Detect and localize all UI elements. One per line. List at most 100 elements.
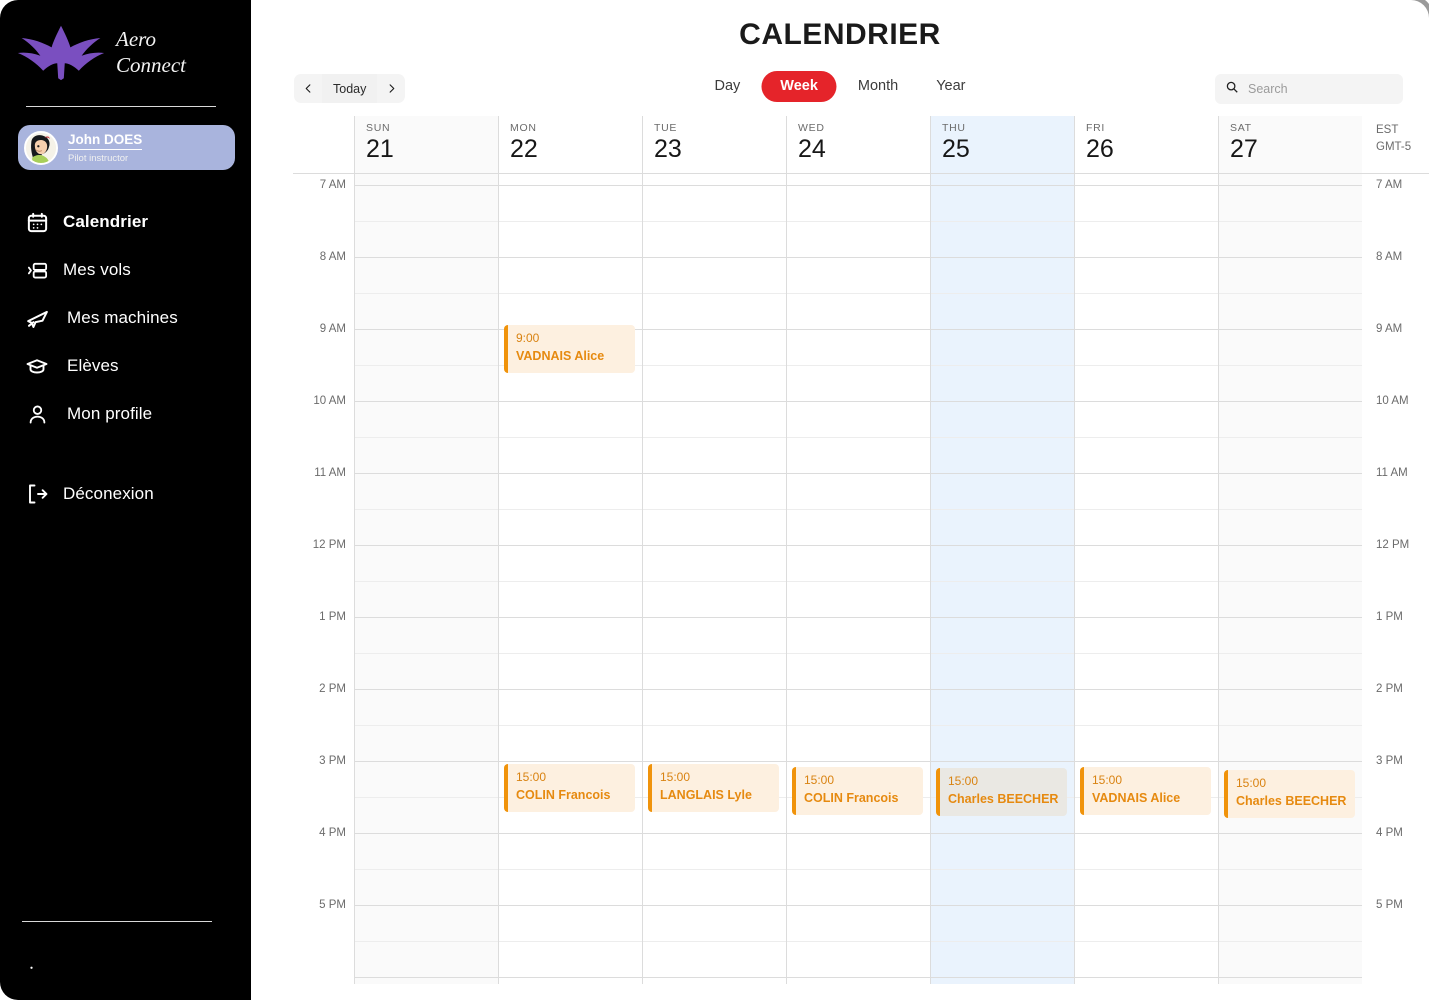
day-header-fri[interactable]: FRI 26 bbox=[1074, 116, 1218, 173]
day-header-thu[interactable]: THU 25 bbox=[930, 116, 1074, 173]
half-hour-gridline bbox=[1219, 365, 1362, 366]
hour-gridline bbox=[643, 329, 786, 330]
hour-gridline bbox=[931, 689, 1074, 690]
day-header-sun[interactable]: SUN 21 bbox=[354, 116, 498, 173]
day-header-tue[interactable]: TUE 23 bbox=[642, 116, 786, 173]
hour-gridline bbox=[931, 617, 1074, 618]
half-hour-gridline bbox=[499, 941, 642, 942]
hour-gridline bbox=[643, 545, 786, 546]
half-hour-gridline bbox=[931, 221, 1074, 222]
calendar-event[interactable]: 15:00 COLIN Francois bbox=[792, 767, 923, 815]
tab-month[interactable]: Month bbox=[841, 72, 915, 101]
day-column-thu[interactable]: 15:00 Charles BEECHER bbox=[930, 174, 1074, 984]
time-label: 5 PM bbox=[319, 899, 346, 911]
hour-gridline bbox=[787, 617, 930, 618]
tab-day[interactable]: Day bbox=[697, 72, 757, 101]
sidebar-item-mon-profile[interactable]: Mon profile bbox=[0, 390, 251, 438]
calendar-event[interactable]: 15:00 LANGLAIS Lyle bbox=[648, 764, 779, 812]
prev-week-button[interactable] bbox=[294, 74, 322, 103]
day-column-fri[interactable]: 15:00 VADNAIS Alice bbox=[1074, 174, 1218, 984]
half-hour-gridline bbox=[1075, 365, 1218, 366]
half-hour-gridline bbox=[1219, 581, 1362, 582]
time-label: 1 PM bbox=[1376, 611, 1403, 623]
half-hour-gridline bbox=[499, 725, 642, 726]
calendar-event[interactable]: 15:00 Charles BEECHER bbox=[936, 768, 1067, 816]
day-column-sat[interactable]: 15:00 Charles BEECHER bbox=[1218, 174, 1362, 984]
half-hour-gridline bbox=[787, 869, 930, 870]
event-title: VADNAIS Alice bbox=[1092, 791, 1181, 805]
time-label: 7 AM bbox=[1376, 179, 1403, 191]
half-hour-gridline bbox=[499, 293, 642, 294]
app-root: Aero Connect John DOES Pilot instructor … bbox=[0, 0, 1429, 1000]
half-hour-gridline bbox=[643, 869, 786, 870]
half-hour-gridline bbox=[931, 725, 1074, 726]
time-label: 4 PM bbox=[1376, 827, 1403, 839]
calendar-event[interactable]: 9:00 VADNAIS Alice bbox=[504, 325, 635, 373]
sidebar-item-label: Calendrier bbox=[63, 212, 149, 231]
tab-year[interactable]: Year bbox=[919, 72, 982, 101]
half-hour-gridline bbox=[355, 797, 498, 798]
calendar-grid: 7 AM 8 AM 9 AM 10 AM 11 AM 12 PM 1 PM 2 PM 3 PM 4… bbox=[293, 174, 1429, 984]
person-icon bbox=[24, 401, 50, 427]
hour-gridline bbox=[499, 473, 642, 474]
day-column-mon[interactable]: 9:00 VADNAIS Alice 15:00 COLIN Francois bbox=[498, 174, 642, 984]
hour-gridline bbox=[1075, 185, 1218, 186]
sidebar-item-reglage[interactable]: Réglage bbox=[0, 944, 251, 988]
day-column-tue[interactable]: 15:00 LANGLAIS Lyle bbox=[642, 174, 786, 984]
search-input[interactable] bbox=[1248, 82, 1388, 96]
half-hour-gridline bbox=[1219, 725, 1362, 726]
sidebar-item-mes-vols[interactable]: Mes vols bbox=[0, 246, 251, 294]
day-of-week-label: SUN bbox=[366, 122, 391, 134]
timezone-line-1: EST bbox=[1376, 124, 1399, 136]
half-hour-gridline bbox=[1075, 725, 1218, 726]
day-of-week-label: TUE bbox=[654, 122, 678, 134]
half-hour-gridline bbox=[787, 293, 930, 294]
half-hour-gridline bbox=[499, 221, 642, 222]
time-label: 11 AM bbox=[314, 467, 346, 479]
time-gutter-left: 7 AM 8 AM 9 AM 10 AM 11 AM 12 PM 1 PM 2 PM 3 PM 4… bbox=[293, 174, 354, 984]
half-hour-gridline bbox=[1075, 581, 1218, 582]
sidebar-bottom: Réglage bbox=[0, 921, 251, 1000]
hour-gridline bbox=[931, 185, 1074, 186]
day-number-label: 22 bbox=[510, 135, 538, 163]
day-number-label: 23 bbox=[654, 135, 682, 163]
user-card[interactable]: John DOES Pilot instructor bbox=[18, 125, 235, 170]
calendar-event[interactable]: 15:00 COLIN Francois bbox=[504, 764, 635, 812]
half-hour-gridline bbox=[643, 437, 786, 438]
day-column-sun[interactable] bbox=[354, 174, 498, 984]
sidebar-item-mes-machines[interactable]: Mes machines bbox=[0, 294, 251, 342]
half-hour-gridline bbox=[1075, 653, 1218, 654]
sidebar-item-eleves[interactable]: Elèves bbox=[0, 342, 251, 390]
search-box[interactable] bbox=[1215, 74, 1403, 104]
half-hour-gridline bbox=[931, 581, 1074, 582]
sidebar-item-deconexion[interactable]: Déconexion bbox=[0, 470, 251, 518]
half-hour-gridline bbox=[643, 653, 786, 654]
half-hour-gridline bbox=[931, 653, 1074, 654]
hour-gridline bbox=[931, 761, 1074, 762]
hour-gridline bbox=[643, 977, 786, 978]
next-week-button[interactable] bbox=[377, 74, 405, 103]
day-of-week-label: THU bbox=[942, 122, 966, 134]
sidebar-item-label: Mon profile bbox=[67, 404, 153, 423]
tab-week[interactable]: Week bbox=[761, 71, 837, 102]
calendar-icon bbox=[24, 209, 50, 235]
half-hour-gridline bbox=[787, 581, 930, 582]
sidebar-item-calendrier[interactable]: Calendrier bbox=[0, 198, 251, 246]
hour-gridline bbox=[787, 473, 930, 474]
day-header-mon[interactable]: MON 22 bbox=[498, 116, 642, 173]
hour-gridline bbox=[499, 977, 642, 978]
day-header-wed[interactable]: WED 24 bbox=[786, 116, 930, 173]
event-time: 15:00 bbox=[948, 774, 979, 788]
event-title: LANGLAIS Lyle bbox=[660, 788, 752, 802]
hour-gridline bbox=[1219, 761, 1362, 762]
half-hour-gridline bbox=[931, 437, 1074, 438]
calendar-event[interactable]: 15:00 Charles BEECHER bbox=[1224, 770, 1355, 818]
day-number-label: 25 bbox=[942, 135, 970, 163]
event-title: VADNAIS Alice bbox=[516, 349, 605, 363]
day-header-sat[interactable]: SAT 27 bbox=[1218, 116, 1362, 173]
today-button[interactable]: Today bbox=[322, 74, 378, 103]
half-hour-gridline bbox=[1075, 509, 1218, 510]
day-of-week-label: MON bbox=[510, 122, 537, 134]
calendar-event[interactable]: 15:00 VADNAIS Alice bbox=[1080, 767, 1211, 815]
day-column-wed[interactable]: 15:00 COLIN Francois bbox=[786, 174, 930, 984]
